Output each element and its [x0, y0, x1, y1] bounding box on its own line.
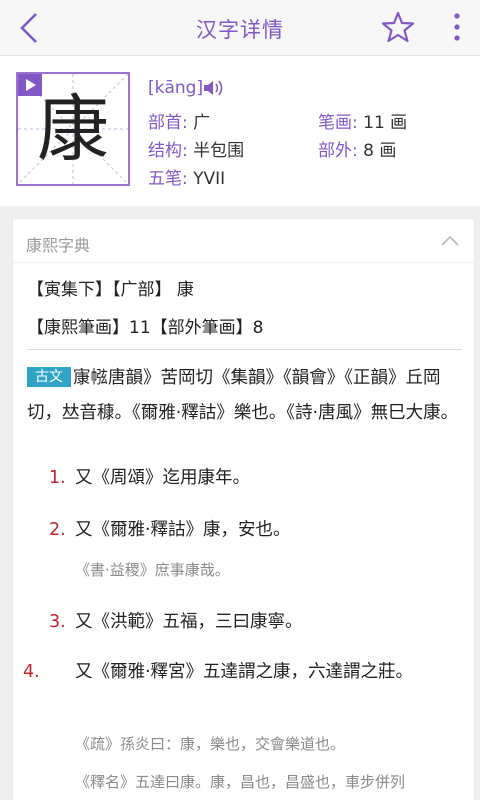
section-header[interactable]: 康熙字典: [13, 219, 474, 263]
pinyin: [kāng]: [148, 78, 204, 98]
strokes-value: 11 画: [363, 113, 408, 133]
strokes-label: 笔画:: [318, 113, 358, 133]
outer-strokes-label: 部外:: [318, 141, 358, 161]
intro-text: 㝩㡉唐韻》苦岡切《集韻》《韻會》《正韻》丘岡切，𠀤音穅。《爾雅·釋詁》樂也。《詩…: [27, 368, 459, 423]
outer-strokes-value: 8 画: [363, 141, 397, 161]
item-number: 1.: [49, 468, 66, 488]
list-item: 1. 又《周頌》迄用康年。: [49, 461, 459, 495]
list-item: 2. 又《爾雅·釋詁》康，安也。: [49, 513, 459, 547]
list-item: 3. 又《洪範》五福，三曰康寧。: [49, 605, 459, 639]
item-text: 又《周頌》迄用康年。: [75, 468, 250, 488]
star-icon[interactable]: [381, 10, 415, 44]
chevron-up-icon[interactable]: [440, 233, 460, 247]
wubi-value: YVII: [193, 169, 226, 189]
item-number: 4.: [23, 662, 40, 682]
item-text: 又《爾雅·釋宮》五達謂之康，六達謂之莊。: [75, 662, 414, 682]
citation: 《釋名》五達曰康。康，昌也，昌盛也，車步併列: [75, 773, 406, 791]
item-number: 2.: [49, 520, 66, 540]
structure-row: 结构: 半包围: [148, 136, 244, 161]
top-bar: 汉字详情: [0, 0, 480, 56]
item-number: 3.: [49, 612, 66, 632]
citation: 《書·益稷》庶事康哉。: [75, 561, 230, 579]
more-vertical-icon[interactable]: [447, 10, 467, 44]
speaker-icon[interactable]: [202, 78, 228, 98]
divider: [27, 349, 462, 350]
item-text: 又《爾雅·釋詁》康，安也。: [75, 520, 291, 540]
strokes-row: 笔画: 11 画: [318, 108, 407, 133]
kangxi-card: 康熙字典 【寅集下】【广部】 康 【康熙筆画】11【部外筆画】8 古文 㝩㡉唐韻》…: [12, 218, 475, 800]
radical-value: 广: [193, 113, 211, 133]
character-box: 康: [16, 72, 130, 186]
section-title: 康熙字典: [26, 236, 91, 255]
ancient-tag: 古文: [27, 367, 71, 387]
outer-strokes-row: 部外: 8 画: [318, 136, 396, 161]
wubi-row: 五笔: YVII: [148, 164, 225, 189]
wubi-label: 五笔:: [148, 169, 188, 189]
list-item: 4. 又《爾雅·釋宮》五達謂之康，六達謂之莊。: [23, 655, 459, 689]
radical-label: 部首:: [148, 113, 188, 133]
character-glyph: 康: [36, 87, 109, 171]
kangxi-volume-line: 【寅集下】【广部】 康: [27, 280, 194, 300]
character-card: 康 [kāng] 部首: 广 笔画: 11 画 结构: 半包围 部外: 8 画 …: [0, 56, 480, 206]
radical-row: 部首: 广: [148, 108, 210, 133]
structure-value: 半包围: [193, 141, 245, 161]
citation: 《疏》孫炎曰：康，樂也，交會樂道也。: [75, 735, 346, 753]
intro-paragraph: 古文 㝩㡉唐韻》苦岡切《集韻》《韻會》《正韻》丘岡切，𠀤音穅。《爾雅·釋詁》樂也。…: [27, 361, 467, 431]
kangxi-stroke-line: 【康熙筆画】11【部外筆画】8: [27, 318, 264, 338]
play-stroke-icon[interactable]: [18, 74, 42, 96]
structure-label: 结构:: [148, 141, 188, 161]
item-text: 又《洪範》五福，三曰康寧。: [75, 612, 303, 632]
